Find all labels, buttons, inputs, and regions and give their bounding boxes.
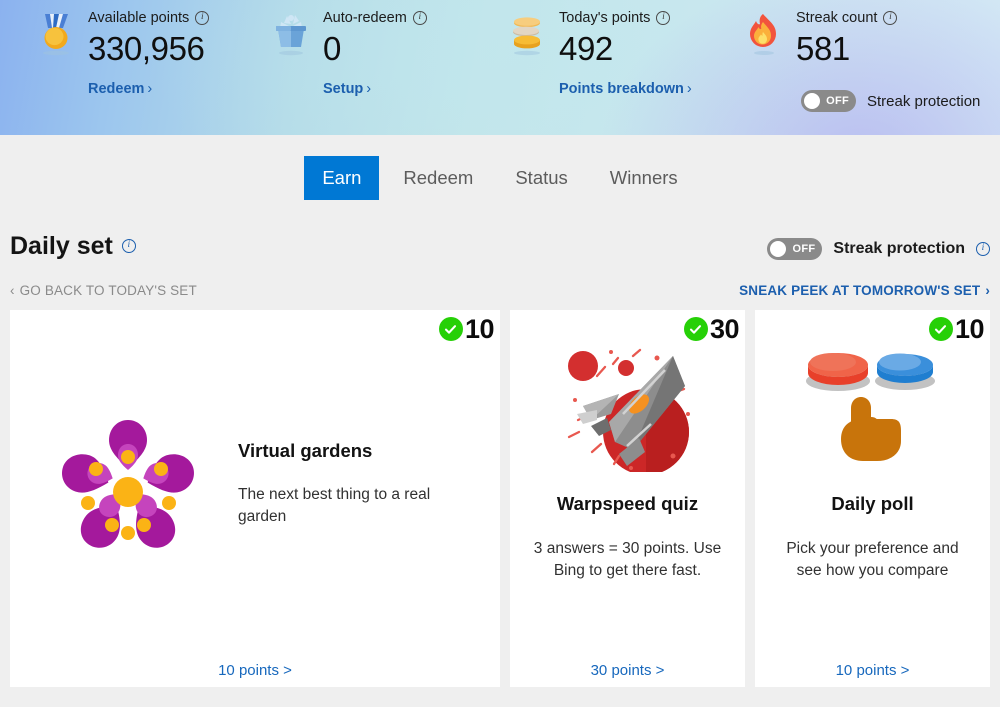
- daily-set-card-warpspeed-quiz[interactable]: 30 Warpspeed quiz 3 answers = 30 points.…: [510, 310, 745, 687]
- sneak-peek-link[interactable]: SNEAK PEEK AT TOMORROW'S SET ›: [739, 283, 990, 298]
- stat-value: 0: [323, 30, 341, 67]
- badge-points: 30: [709, 314, 740, 344]
- info-icon[interactable]: i: [412, 11, 427, 25]
- toggle-state-label: OFF: [826, 95, 849, 107]
- page-title: Daily set i: [10, 230, 136, 262]
- checkmark-icon: [438, 317, 463, 341]
- card-points-link[interactable]: 10 points >: [755, 662, 990, 679]
- flame-icon: [740, 10, 786, 58]
- points-breakdown-label: Points breakdown: [559, 81, 684, 97]
- tab-redeem[interactable]: Redeem: [385, 156, 491, 200]
- daily-set-card-list: 10 Virtual gardens The next best thing t…: [0, 310, 1000, 687]
- card-title: Virtual gardens: [238, 440, 373, 461]
- gift-box-icon: [267, 10, 313, 58]
- toggle-knob: [804, 93, 820, 109]
- card-description: The next best thing to a real garden: [238, 486, 431, 525]
- stat-label-text: Auto-redeem: [323, 10, 407, 26]
- daily-set-header: Daily set i OFF Streak protection i ‹ GO…: [0, 220, 1000, 310]
- info-icon[interactable]: i: [656, 11, 671, 25]
- info-icon[interactable]: i: [121, 239, 136, 253]
- stat-value: 330,956: [88, 30, 205, 67]
- medal-icon: [32, 10, 78, 58]
- go-back-to-todays-set-link[interactable]: ‹ GO BACK TO TODAY'S SET: [10, 283, 197, 298]
- poll-buttons-icon: [803, 338, 943, 478]
- stat-value: 581: [796, 30, 850, 67]
- tab-status[interactable]: Status: [497, 156, 585, 200]
- setup-link[interactable]: Setup ›: [323, 81, 371, 97]
- daily-set-card-daily-poll[interactable]: 10 Daily poll Pick your preference and s…: [755, 310, 990, 687]
- stat-label-row: Today's points i: [559, 8, 692, 28]
- stat-auto-redeem: Auto-redeem i 0 Setup ›: [267, 8, 427, 98]
- stat-todays-points: Today's points i 492 Points breakdown ›: [503, 8, 692, 98]
- streak-protection-toggle[interactable]: OFF: [801, 90, 856, 112]
- tab-winners[interactable]: Winners: [592, 156, 696, 200]
- rewards-summary-banner: Available points i 330,956 Redeem › Auto…: [0, 0, 1000, 135]
- daily-set-streak-protection-row: OFF Streak protection i: [767, 238, 990, 260]
- stat-label-row: Auto-redeem i: [323, 8, 427, 28]
- stat-available-points: Available points i 330,956 Redeem ›: [32, 8, 210, 98]
- tab-earn[interactable]: Earn: [304, 155, 380, 200]
- chevron-right-icon: ›: [985, 283, 990, 298]
- card-description: Pick your preference and see how you com…: [786, 540, 959, 579]
- banner-streak-protection-row: OFF Streak protection: [801, 90, 980, 112]
- card-points-link[interactable]: 10 points >: [10, 662, 500, 679]
- stat-label-text: Today's points: [559, 10, 651, 26]
- stat-streak-count: Streak count i 581: [740, 8, 898, 70]
- daily-set-card-virtual-gardens[interactable]: 10 Virtual gardens The next best thing t…: [10, 310, 500, 687]
- daily-set-title: Daily set: [10, 232, 113, 260]
- checkmark-icon: [928, 317, 953, 341]
- points-breakdown-link[interactable]: Points breakdown ›: [559, 81, 692, 97]
- info-icon[interactable]: i: [976, 242, 990, 256]
- status-badge: 30: [683, 314, 740, 344]
- status-badge: 10: [438, 314, 495, 344]
- badge-points: 10: [954, 314, 985, 344]
- stat-label-row: Available points i: [88, 8, 210, 28]
- badge-points: 10: [464, 314, 495, 344]
- coins-icon: [503, 10, 549, 58]
- stat-label-text: Available points: [88, 10, 190, 26]
- chevron-right-icon: ›: [686, 81, 692, 97]
- stat-value: 492: [559, 30, 613, 67]
- redeem-link-label: Redeem: [88, 81, 145, 97]
- checkmark-icon: [683, 317, 708, 341]
- stat-label-row: Streak count i: [796, 8, 898, 28]
- streak-protection-toggle[interactable]: OFF: [767, 238, 823, 260]
- toggle-knob: [770, 241, 787, 257]
- stat-label-text: Streak count: [796, 10, 878, 26]
- redeem-link[interactable]: Redeem ›: [88, 81, 152, 97]
- chevron-right-icon: ›: [147, 81, 153, 97]
- info-icon[interactable]: i: [883, 11, 898, 25]
- streak-protection-label: Streak protection: [867, 92, 981, 110]
- card-title: Warpspeed quiz: [556, 493, 699, 514]
- go-back-label: GO BACK TO TODAY'S SET: [19, 283, 197, 298]
- chevron-left-icon: ‹: [10, 283, 15, 298]
- card-title: Daily poll: [831, 493, 914, 514]
- streak-protection-label: Streak protection: [833, 240, 965, 257]
- status-badge: 10: [928, 314, 985, 344]
- rewards-tabs: Earn Redeem Status Winners: [0, 135, 1000, 220]
- chevron-right-icon: ›: [366, 81, 372, 97]
- card-description: 3 answers = 30 points. Use Bing to get t…: [533, 540, 722, 579]
- toggle-state-label: OFF: [792, 243, 816, 255]
- setup-link-label: Setup: [323, 81, 364, 97]
- card-points-link[interactable]: 30 points >: [510, 662, 745, 679]
- cherry-blossom-icon: [28, 408, 228, 560]
- info-icon[interactable]: i: [195, 11, 210, 25]
- sneak-peek-label: SNEAK PEEK AT TOMORROW'S SET: [739, 283, 981, 298]
- spaceship-icon: [553, 338, 703, 478]
